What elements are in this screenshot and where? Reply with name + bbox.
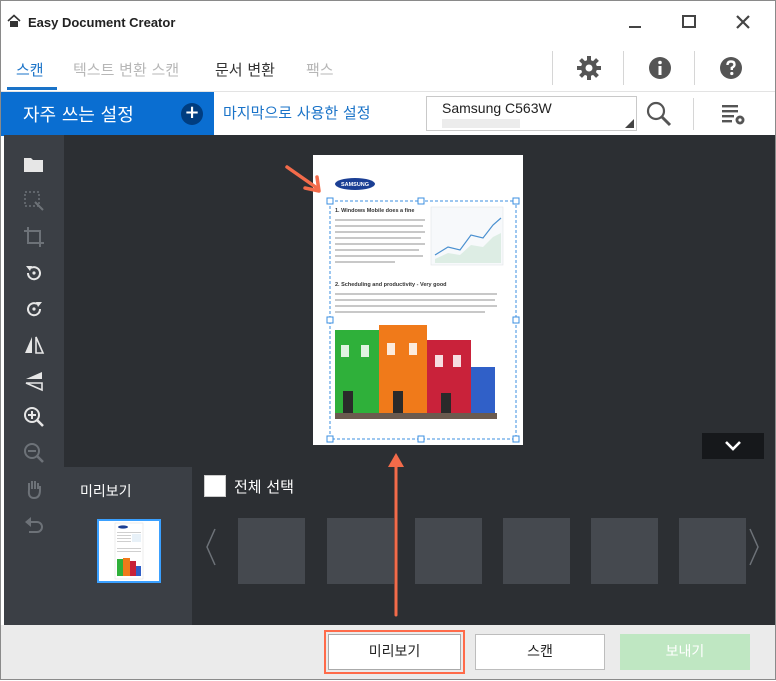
close-button[interactable] <box>717 1 769 43</box>
scan-button[interactable]: 스캔 <box>475 634 605 670</box>
tab-scan[interactable]: 스캔 <box>16 59 44 80</box>
doc-heading-2: 2. Scheduling and productivity - Very go… <box>335 282 447 288</box>
tab-document-convert[interactable]: 문서 변환 <box>215 59 275 80</box>
app-window: Easy Document Creator 스캔 텍스트 변환 스캔 문서 변환… <box>0 0 776 680</box>
divider <box>623 51 624 85</box>
page-strip: 전체 선택 <box>192 467 775 625</box>
window-title: Easy Document Creator <box>28 15 176 30</box>
crop-button[interactable] <box>20 223 48 251</box>
active-tab-indicator <box>7 87 57 90</box>
printer-detail-redacted <box>442 119 520 128</box>
undo-icon <box>25 517 43 533</box>
empty-page-slot <box>503 518 570 584</box>
last-used-settings-link[interactable]: 마지막으로 사용한 설정 <box>223 102 371 123</box>
select-all-checkbox[interactable] <box>204 475 226 497</box>
empty-page-slot <box>679 518 746 584</box>
dropdown-corner-icon <box>625 119 634 128</box>
rotate-left-button[interactable] <box>20 259 48 287</box>
zoom-out-icon <box>24 443 44 463</box>
flip-vertical-button[interactable] <box>20 367 48 395</box>
preview-panel-label: 미리보기 <box>80 484 132 500</box>
preview-button[interactable]: 미리보기 <box>324 630 465 674</box>
info-icon <box>649 57 671 79</box>
printer-select[interactable]: Samsung C563W <box>426 96 637 131</box>
flip-horizontal-button[interactable] <box>20 331 48 359</box>
empty-page-slot <box>415 518 482 584</box>
action-bar: 미리보기 스캔 보내기 <box>1 625 775 679</box>
strip-prev-button[interactable] <box>204 527 218 567</box>
frequent-settings-button[interactable]: 자주 쓰는 설정 + <box>1 92 214 136</box>
select-area-button[interactable] <box>20 187 48 215</box>
thumbnail-image <box>99 521 159 581</box>
scanned-page: SAMSUNG 1. Windows Mobile does a fine 2.… <box>313 155 523 445</box>
zoom-in-button[interactable] <box>20 403 48 431</box>
maximize-icon <box>682 15 696 28</box>
help-icon <box>720 57 742 79</box>
rotate-right-icon <box>27 302 42 317</box>
search-printer-button[interactable] <box>641 96 677 132</box>
rotate-left-icon <box>26 266 41 281</box>
undo-button[interactable] <box>20 511 48 539</box>
minimize-button[interactable] <box>609 1 661 43</box>
open-folder-button[interactable] <box>20 151 48 179</box>
list-settings-icon <box>722 105 745 125</box>
scanned-page-content: SAMSUNG 1. Windows Mobile does a fine 2.… <box>326 178 520 443</box>
minimize-icon <box>629 26 641 28</box>
empty-page-slot <box>591 518 658 584</box>
chevron-right-icon <box>749 528 759 566</box>
search-icon <box>646 101 672 127</box>
title-bar: Easy Document Creator <box>1 1 775 45</box>
printer-settings-button[interactable] <box>715 96 751 132</box>
pan-hand-icon <box>27 481 41 500</box>
printer-name: Samsung C563W <box>442 100 552 116</box>
add-preset-button[interactable]: + <box>181 103 203 125</box>
divider <box>552 51 553 85</box>
info-button[interactable] <box>642 53 678 83</box>
zoom-in-icon <box>24 407 44 427</box>
divider <box>693 98 694 130</box>
select-all-label: 전체 선택 <box>234 478 294 496</box>
flip-horizontal-icon <box>25 336 45 354</box>
preview-canvas[interactable]: SAMSUNG 1. Windows Mobile does a fine 2.… <box>64 135 775 467</box>
pan-button[interactable] <box>20 475 48 503</box>
gear-icon <box>577 56 601 80</box>
flip-vertical-icon <box>25 372 43 392</box>
home-icon <box>7 14 21 27</box>
open-folder-icon <box>24 158 43 172</box>
edit-toolbar <box>4 135 64 625</box>
settings-button[interactable] <box>571 53 607 83</box>
crop-icon <box>24 227 44 247</box>
strip-next-button[interactable] <box>747 527 761 567</box>
send-button[interactable]: 보내기 <box>620 634 750 670</box>
page-thumbnail[interactable] <box>97 519 161 583</box>
close-icon <box>736 15 750 29</box>
zoom-out-button[interactable] <box>20 439 48 467</box>
doc-heading-1: 1. Windows Mobile does a fine <box>335 208 414 214</box>
empty-page-slot <box>238 518 305 584</box>
empty-page-slot <box>327 518 394 584</box>
expand-panel-button[interactable] <box>702 433 764 459</box>
maximize-button[interactable] <box>663 1 715 43</box>
rotate-right-button[interactable] <box>20 295 48 323</box>
divider <box>694 51 695 85</box>
select-area-icon <box>24 191 44 211</box>
tab-fax[interactable]: 팩스 <box>306 59 334 80</box>
preset-bar: 자주 쓰는 설정 + 마지막으로 사용한 설정 Samsung C563W <box>1 91 775 136</box>
frequent-settings-label: 자주 쓰는 설정 <box>23 105 134 126</box>
preview-panel: 미리보기 <box>64 467 192 625</box>
brand-logo: SAMSUNG <box>341 182 369 188</box>
tab-ocr-scan[interactable]: 텍스트 변환 스캔 <box>73 59 179 80</box>
chevron-down-icon <box>725 441 741 451</box>
main-tabs: 스캔 텍스트 변환 스캔 문서 변환 팩스 <box>1 45 775 91</box>
help-button[interactable] <box>713 53 749 83</box>
chevron-left-icon <box>206 528 216 566</box>
